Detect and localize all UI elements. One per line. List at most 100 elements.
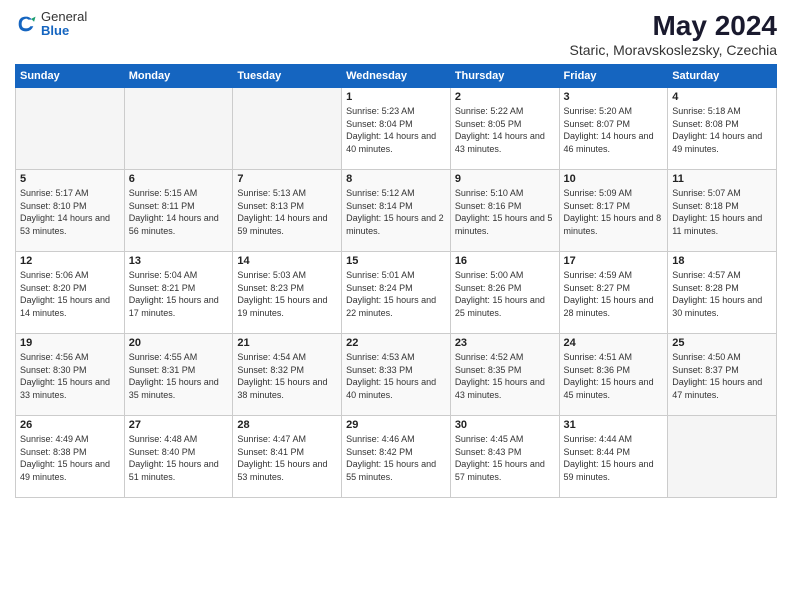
calendar-cell: 5 Sunrise: 5:17 AM Sunset: 8:10 PM Dayli… bbox=[16, 170, 125, 252]
calendar-cell: 13 Sunrise: 5:04 AM Sunset: 8:21 PM Dayl… bbox=[124, 252, 233, 334]
sun-info: Sunrise: 4:57 AM Sunset: 8:28 PM Dayligh… bbox=[672, 269, 772, 319]
day-number: 4 bbox=[672, 91, 772, 103]
calendar-cell bbox=[668, 416, 777, 498]
sun-info: Sunrise: 4:47 AM Sunset: 8:41 PM Dayligh… bbox=[237, 433, 337, 483]
calendar-cell: 25 Sunrise: 4:50 AM Sunset: 8:37 PM Dayl… bbox=[668, 334, 777, 416]
sun-info: Sunrise: 5:22 AM Sunset: 8:05 PM Dayligh… bbox=[455, 105, 555, 155]
calendar-cell: 22 Sunrise: 4:53 AM Sunset: 8:33 PM Dayl… bbox=[342, 334, 451, 416]
logo-blue: Blue bbox=[41, 24, 87, 38]
sun-info: Sunrise: 5:09 AM Sunset: 8:17 PM Dayligh… bbox=[564, 187, 664, 237]
sun-info: Sunrise: 4:55 AM Sunset: 8:31 PM Dayligh… bbox=[129, 351, 229, 401]
header: General Blue May 2024 Staric, Moravskosl… bbox=[15, 10, 777, 58]
calendar-cell: 7 Sunrise: 5:13 AM Sunset: 8:13 PM Dayli… bbox=[233, 170, 342, 252]
sun-info: Sunrise: 4:56 AM Sunset: 8:30 PM Dayligh… bbox=[20, 351, 120, 401]
sun-info: Sunrise: 5:01 AM Sunset: 8:24 PM Dayligh… bbox=[346, 269, 446, 319]
week-row-5: 26 Sunrise: 4:49 AM Sunset: 8:38 PM Dayl… bbox=[16, 416, 777, 498]
calendar-cell: 3 Sunrise: 5:20 AM Sunset: 8:07 PM Dayli… bbox=[559, 88, 668, 170]
day-number: 11 bbox=[672, 173, 772, 185]
day-number: 27 bbox=[129, 419, 229, 431]
day-number: 21 bbox=[237, 337, 337, 349]
calendar-cell: 18 Sunrise: 4:57 AM Sunset: 8:28 PM Dayl… bbox=[668, 252, 777, 334]
header-tuesday: Tuesday bbox=[233, 65, 342, 88]
logo-icon bbox=[15, 13, 37, 35]
day-number: 15 bbox=[346, 255, 446, 267]
header-friday: Friday bbox=[559, 65, 668, 88]
week-row-1: 1 Sunrise: 5:23 AM Sunset: 8:04 PM Dayli… bbox=[16, 88, 777, 170]
sun-info: Sunrise: 4:53 AM Sunset: 8:33 PM Dayligh… bbox=[346, 351, 446, 401]
header-wednesday: Wednesday bbox=[342, 65, 451, 88]
calendar-cell: 9 Sunrise: 5:10 AM Sunset: 8:16 PM Dayli… bbox=[450, 170, 559, 252]
calendar-cell bbox=[124, 88, 233, 170]
calendar-cell: 4 Sunrise: 5:18 AM Sunset: 8:08 PM Dayli… bbox=[668, 88, 777, 170]
day-number: 28 bbox=[237, 419, 337, 431]
calendar-cell: 19 Sunrise: 4:56 AM Sunset: 8:30 PM Dayl… bbox=[16, 334, 125, 416]
sun-info: Sunrise: 5:07 AM Sunset: 8:18 PM Dayligh… bbox=[672, 187, 772, 237]
sun-info: Sunrise: 4:46 AM Sunset: 8:42 PM Dayligh… bbox=[346, 433, 446, 483]
sun-info: Sunrise: 5:15 AM Sunset: 8:11 PM Dayligh… bbox=[129, 187, 229, 237]
sun-info: Sunrise: 4:51 AM Sunset: 8:36 PM Dayligh… bbox=[564, 351, 664, 401]
day-number: 6 bbox=[129, 173, 229, 185]
day-number: 23 bbox=[455, 337, 555, 349]
day-number: 16 bbox=[455, 255, 555, 267]
day-number: 25 bbox=[672, 337, 772, 349]
logo-general: General bbox=[41, 10, 87, 24]
calendar-cell: 23 Sunrise: 4:52 AM Sunset: 8:35 PM Dayl… bbox=[450, 334, 559, 416]
day-number: 9 bbox=[455, 173, 555, 185]
day-number: 14 bbox=[237, 255, 337, 267]
calendar-cell: 11 Sunrise: 5:07 AM Sunset: 8:18 PM Dayl… bbox=[668, 170, 777, 252]
sun-info: Sunrise: 5:06 AM Sunset: 8:20 PM Dayligh… bbox=[20, 269, 120, 319]
day-number: 29 bbox=[346, 419, 446, 431]
day-number: 19 bbox=[20, 337, 120, 349]
header-thursday: Thursday bbox=[450, 65, 559, 88]
logo: General Blue bbox=[15, 10, 87, 39]
day-number: 18 bbox=[672, 255, 772, 267]
sun-info: Sunrise: 4:50 AM Sunset: 8:37 PM Dayligh… bbox=[672, 351, 772, 401]
calendar-cell: 16 Sunrise: 5:00 AM Sunset: 8:26 PM Dayl… bbox=[450, 252, 559, 334]
calendar-cell: 28 Sunrise: 4:47 AM Sunset: 8:41 PM Dayl… bbox=[233, 416, 342, 498]
logo-text: General Blue bbox=[41, 10, 87, 39]
sun-info: Sunrise: 5:03 AM Sunset: 8:23 PM Dayligh… bbox=[237, 269, 337, 319]
calendar-cell: 26 Sunrise: 4:49 AM Sunset: 8:38 PM Dayl… bbox=[16, 416, 125, 498]
day-number: 22 bbox=[346, 337, 446, 349]
title-area: May 2024 Staric, Moravskoslezsky, Czechi… bbox=[570, 10, 777, 58]
calendar-cell: 1 Sunrise: 5:23 AM Sunset: 8:04 PM Dayli… bbox=[342, 88, 451, 170]
day-number: 24 bbox=[564, 337, 664, 349]
day-number: 17 bbox=[564, 255, 664, 267]
day-number: 20 bbox=[129, 337, 229, 349]
calendar-cell: 14 Sunrise: 5:03 AM Sunset: 8:23 PM Dayl… bbox=[233, 252, 342, 334]
sun-info: Sunrise: 4:45 AM Sunset: 8:43 PM Dayligh… bbox=[455, 433, 555, 483]
calendar-table: Sunday Monday Tuesday Wednesday Thursday… bbox=[15, 64, 777, 498]
calendar-cell: 12 Sunrise: 5:06 AM Sunset: 8:20 PM Dayl… bbox=[16, 252, 125, 334]
calendar-cell: 15 Sunrise: 5:01 AM Sunset: 8:24 PM Dayl… bbox=[342, 252, 451, 334]
calendar-cell: 10 Sunrise: 5:09 AM Sunset: 8:17 PM Dayl… bbox=[559, 170, 668, 252]
header-row: Sunday Monday Tuesday Wednesday Thursday… bbox=[16, 65, 777, 88]
day-number: 2 bbox=[455, 91, 555, 103]
day-number: 30 bbox=[455, 419, 555, 431]
day-number: 31 bbox=[564, 419, 664, 431]
header-monday: Monday bbox=[124, 65, 233, 88]
calendar-cell: 17 Sunrise: 4:59 AM Sunset: 8:27 PM Dayl… bbox=[559, 252, 668, 334]
location-title: Staric, Moravskoslezsky, Czechia bbox=[570, 42, 777, 58]
day-number: 12 bbox=[20, 255, 120, 267]
header-saturday: Saturday bbox=[668, 65, 777, 88]
calendar-cell: 20 Sunrise: 4:55 AM Sunset: 8:31 PM Dayl… bbox=[124, 334, 233, 416]
sun-info: Sunrise: 5:10 AM Sunset: 8:16 PM Dayligh… bbox=[455, 187, 555, 237]
calendar-cell: 29 Sunrise: 4:46 AM Sunset: 8:42 PM Dayl… bbox=[342, 416, 451, 498]
day-number: 1 bbox=[346, 91, 446, 103]
sun-info: Sunrise: 4:44 AM Sunset: 8:44 PM Dayligh… bbox=[564, 433, 664, 483]
calendar-cell: 2 Sunrise: 5:22 AM Sunset: 8:05 PM Dayli… bbox=[450, 88, 559, 170]
sun-info: Sunrise: 5:20 AM Sunset: 8:07 PM Dayligh… bbox=[564, 105, 664, 155]
calendar-cell: 8 Sunrise: 5:12 AM Sunset: 8:14 PM Dayli… bbox=[342, 170, 451, 252]
sun-info: Sunrise: 5:17 AM Sunset: 8:10 PM Dayligh… bbox=[20, 187, 120, 237]
calendar-cell: 21 Sunrise: 4:54 AM Sunset: 8:32 PM Dayl… bbox=[233, 334, 342, 416]
day-number: 13 bbox=[129, 255, 229, 267]
calendar-cell: 27 Sunrise: 4:48 AM Sunset: 8:40 PM Dayl… bbox=[124, 416, 233, 498]
day-number: 3 bbox=[564, 91, 664, 103]
day-number: 5 bbox=[20, 173, 120, 185]
calendar-cell: 30 Sunrise: 4:45 AM Sunset: 8:43 PM Dayl… bbox=[450, 416, 559, 498]
header-sunday: Sunday bbox=[16, 65, 125, 88]
sun-info: Sunrise: 5:13 AM Sunset: 8:13 PM Dayligh… bbox=[237, 187, 337, 237]
day-number: 8 bbox=[346, 173, 446, 185]
month-title: May 2024 bbox=[570, 10, 777, 42]
day-number: 26 bbox=[20, 419, 120, 431]
